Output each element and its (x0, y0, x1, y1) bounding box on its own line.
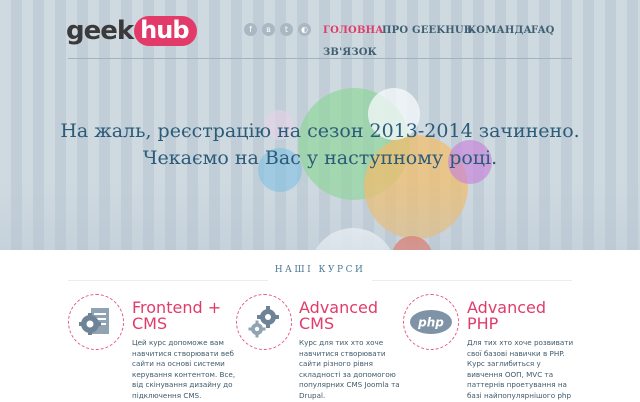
desc-line: від скінування дизайну до (132, 380, 233, 390)
desc-line: сайти різного рівня (299, 359, 373, 369)
course-frontend-description: Цей курс допоможе вам навчитися створюва… (132, 338, 235, 402)
course-title-line: CMS (132, 314, 168, 333)
nav-team[interactable]: КОМАНДА (467, 25, 532, 36)
course-frontend-icon[interactable] (68, 294, 124, 350)
section-divider-right (372, 280, 572, 281)
desc-line: паттернів проетування на (467, 380, 567, 390)
desc-line: сайти на основі системи (132, 359, 225, 369)
desc-line: вивчення ООП, MVC та (467, 369, 554, 379)
geekhub-logo[interactable]: geek hub (66, 14, 197, 48)
desc-line: складності за допомогою (299, 369, 396, 379)
bubble-decoration (310, 228, 396, 250)
desc-line: Для тих хто хоче розвивати (467, 338, 574, 347)
course-advanced-php-description: Для тих хто хоче розвивати свої базові н… (467, 338, 573, 402)
desc-line: керування контентом. Все, (132, 369, 236, 379)
course-advanced-cms-icon[interactable] (236, 294, 292, 350)
desc-line: Курс заглибиться у (467, 359, 541, 369)
bubble-decoration (392, 236, 432, 250)
facebook-icon[interactable]: f (244, 23, 257, 36)
course-advanced-php-icon[interactable]: php (403, 294, 459, 350)
section-divider-left (68, 280, 268, 281)
nav-divider (68, 58, 572, 59)
course-frontend-title[interactable]: Frontend + CMS (132, 300, 221, 332)
svg-text:php: php (417, 316, 444, 330)
desc-line: Цей курс допоможе вам (132, 338, 224, 347)
desc-line: Курс для тих хто хоче (299, 338, 384, 347)
twitter-icon[interactable]: t (280, 23, 293, 36)
desc-line: свої базові навички в PHP. (467, 348, 565, 358)
document-gear-icon (79, 308, 109, 335)
nav-faq[interactable]: FAQ (531, 25, 555, 36)
course-title-line: CMS (299, 314, 335, 333)
course-advanced-cms-description: Курс для тих хто хоче навчитися створюва… (299, 338, 400, 402)
rss-icon[interactable]: ◐ (298, 23, 311, 36)
vk-icon[interactable]: в (262, 23, 275, 36)
course-title-line: PHP (467, 314, 499, 333)
hero-headline: На жаль, реєстрацію на сезон 2013-2014 з… (60, 120, 580, 169)
logo-text-geek: geek (66, 16, 134, 46)
desc-line: навчитися створювати веб (132, 348, 234, 358)
course-advanced-cms-title[interactable]: Advanced CMS (299, 300, 378, 332)
nav-about[interactable]: ПРО GEEKHUB (382, 25, 472, 36)
logo-text-hub: hub (134, 16, 197, 46)
desc-line: популярних CMS Joomla та (299, 380, 400, 390)
desc-line: навчитися створювати (299, 348, 386, 358)
nav-contact[interactable]: ЗВ'ЯЗОК (323, 47, 377, 58)
courses-section-title: НАШІ КУРСИ (274, 265, 366, 275)
course-advanced-php-title[interactable]: Advanced PHP (467, 300, 546, 332)
php-logo-icon: php (410, 310, 452, 334)
gears-icon (248, 306, 279, 338)
nav-home[interactable]: ГОЛОВНА (323, 25, 384, 36)
